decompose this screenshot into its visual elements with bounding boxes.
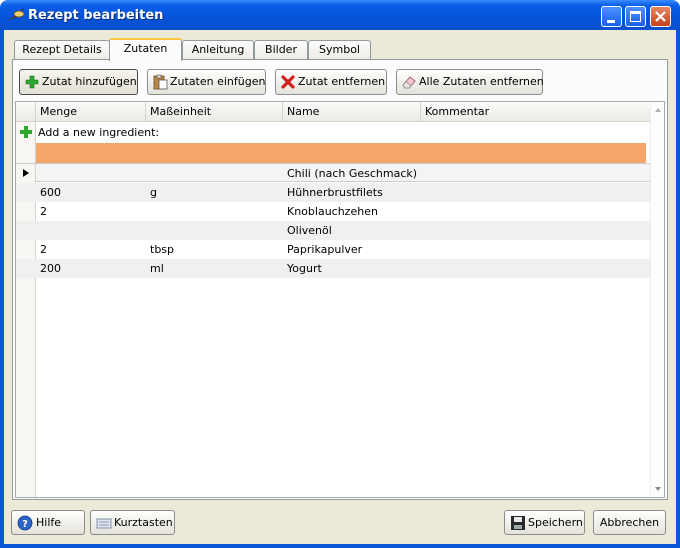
cell-kommentar[interactable] (422, 183, 647, 202)
maximize-icon (630, 11, 641, 22)
column-header-name[interactable]: Name (283, 102, 421, 122)
floppy-disk-icon (511, 516, 525, 530)
add-ingredient-label: Zutat hinzufügen (42, 75, 137, 88)
help-button[interactable]: ? Hilfe (11, 510, 85, 535)
table-row[interactable]: 600 g Hühnerbrustfilets (16, 183, 650, 202)
remove-all-ingredients-label: Alle Zutaten entfernen (419, 75, 544, 88)
tab-rezept-details[interactable]: Rezept Details (14, 40, 110, 60)
close-button[interactable] (650, 6, 671, 27)
title-bar[interactable]: Rezept bearbeiten (0, 0, 680, 30)
column-header-kommentar[interactable]: Kommentar (421, 102, 650, 122)
eraser-icon (402, 76, 416, 89)
cell-kommentar[interactable] (422, 221, 647, 240)
table-row[interactable]: Chili (nach Geschmack) (16, 163, 650, 182)
new-ingredient-prompt: Add a new ingredient: (38, 126, 160, 139)
minimize-button[interactable] (601, 6, 622, 27)
cell-kommentar[interactable] (422, 202, 647, 221)
table-row[interactable]: Olivenöl (16, 221, 650, 240)
cell-menge[interactable]: 2 (37, 240, 147, 259)
scroll-down-arrow-icon[interactable] (655, 487, 661, 491)
recipe-app-icon (8, 8, 25, 20)
cell-masseinheit[interactable] (147, 221, 284, 240)
cell-menge[interactable] (37, 164, 147, 183)
maximize-button[interactable] (625, 6, 646, 27)
cell-menge[interactable]: 2 (37, 202, 147, 221)
tab-zutaten[interactable]: Zutaten (109, 38, 182, 61)
shortcuts-button[interactable]: Kurztasten (90, 510, 175, 535)
table-row[interactable]: 200 ml Yogurt (16, 259, 650, 278)
close-icon (655, 11, 666, 22)
cell-menge[interactable]: 200 (37, 259, 147, 278)
cell-masseinheit[interactable]: g (147, 183, 284, 202)
minimize-icon (607, 20, 615, 23)
tab-symbol[interactable]: Symbol (308, 40, 371, 60)
dialog-client-area: Rezept Details Zutaten Anleitung Bilder … (4, 30, 676, 544)
cell-name[interactable]: Paprikapulver (284, 240, 422, 259)
tab-label: Symbol (319, 43, 360, 56)
current-row-arrow-icon (23, 169, 29, 177)
cell-name[interactable]: Knoblauchzehen (284, 202, 422, 221)
tab-label: Bilder (265, 43, 297, 56)
save-button[interactable]: Speichern (504, 510, 585, 535)
ingredients-panel: Zutat hinzufügen Zutaten einfügen Zutat … (12, 59, 668, 500)
plus-icon (25, 75, 39, 89)
delete-x-icon (281, 75, 295, 89)
new-ingredient-input-row[interactable] (36, 143, 646, 163)
grid-header: Menge Maßeinheit Name Kommentar (16, 102, 650, 122)
window-title: Rezept bearbeiten (28, 8, 164, 23)
insert-ingredients-label: Zutaten einfügen (170, 75, 266, 88)
cell-name[interactable]: Yogurt (284, 259, 422, 278)
column-header-label: Menge (40, 105, 77, 118)
cancel-label: Abbrechen (599, 516, 660, 529)
ingredients-grid[interactable]: Menge Maßeinheit Name Kommentar Add a ne… (15, 101, 665, 498)
cell-menge[interactable]: 600 (37, 183, 147, 202)
cell-kommentar[interactable] (422, 164, 647, 183)
column-header-label: Maßeinheit (150, 105, 212, 118)
help-icon: ? (17, 515, 33, 531)
add-ingredient-button[interactable]: Zutat hinzufügen (19, 69, 138, 95)
insert-ingredients-button[interactable]: Zutaten einfügen (147, 69, 266, 95)
cell-masseinheit[interactable]: ml (147, 259, 284, 278)
help-label: Hilfe (36, 516, 62, 529)
cell-masseinheit[interactable] (147, 164, 284, 183)
table-row[interactable]: 2 tbsp Paprikapulver (16, 240, 650, 259)
shortcuts-label: Kurztasten (114, 516, 173, 529)
remove-ingredient-button[interactable]: Zutat entfernen (275, 69, 387, 95)
new-ingredient-row[interactable]: Add a new ingredient: (16, 123, 650, 143)
save-label: Speichern (528, 516, 583, 529)
current-row-marker (16, 164, 36, 182)
keyboard-icon (96, 518, 112, 529)
cell-menge[interactable] (37, 221, 147, 240)
column-header-masseinheit[interactable]: Maßeinheit (146, 102, 283, 122)
cell-name[interactable]: Chili (nach Geschmack) (284, 164, 422, 183)
vertical-scrollbar[interactable] (650, 102, 664, 497)
recipe-edit-window: Rezept bearbeiten Rezept Details Zutaten… (0, 0, 680, 548)
cell-masseinheit[interactable] (147, 202, 284, 221)
column-header-menge[interactable]: Menge (36, 102, 146, 122)
cell-kommentar[interactable] (422, 240, 647, 259)
tab-label: Rezept Details (22, 43, 102, 56)
column-header-label: Name (287, 105, 320, 118)
column-header-label: Kommentar (425, 105, 490, 118)
cell-masseinheit[interactable]: tbsp (147, 240, 284, 259)
cancel-button[interactable]: Abbrechen (593, 510, 666, 535)
svg-text:?: ? (22, 519, 28, 530)
cell-name[interactable]: Olivenöl (284, 221, 422, 240)
paste-icon (153, 74, 168, 90)
add-row-plus-icon (20, 126, 32, 138)
tab-label: Zutaten (123, 42, 168, 55)
cell-kommentar[interactable] (422, 259, 647, 278)
cell-name[interactable]: Hühnerbrustfilets (284, 183, 422, 202)
remove-all-ingredients-button[interactable]: Alle Zutaten entfernen (396, 69, 544, 95)
scroll-up-arrow-icon[interactable] (655, 108, 661, 112)
table-row[interactable]: 2 Knoblauchzehen (16, 202, 650, 221)
remove-ingredient-label: Zutat entfernen (298, 75, 386, 88)
tab-anleitung[interactable]: Anleitung (182, 40, 254, 60)
tab-bilder[interactable]: Bilder (254, 40, 308, 60)
tab-label: Anleitung (191, 43, 245, 56)
row-header-corner (16, 102, 36, 122)
